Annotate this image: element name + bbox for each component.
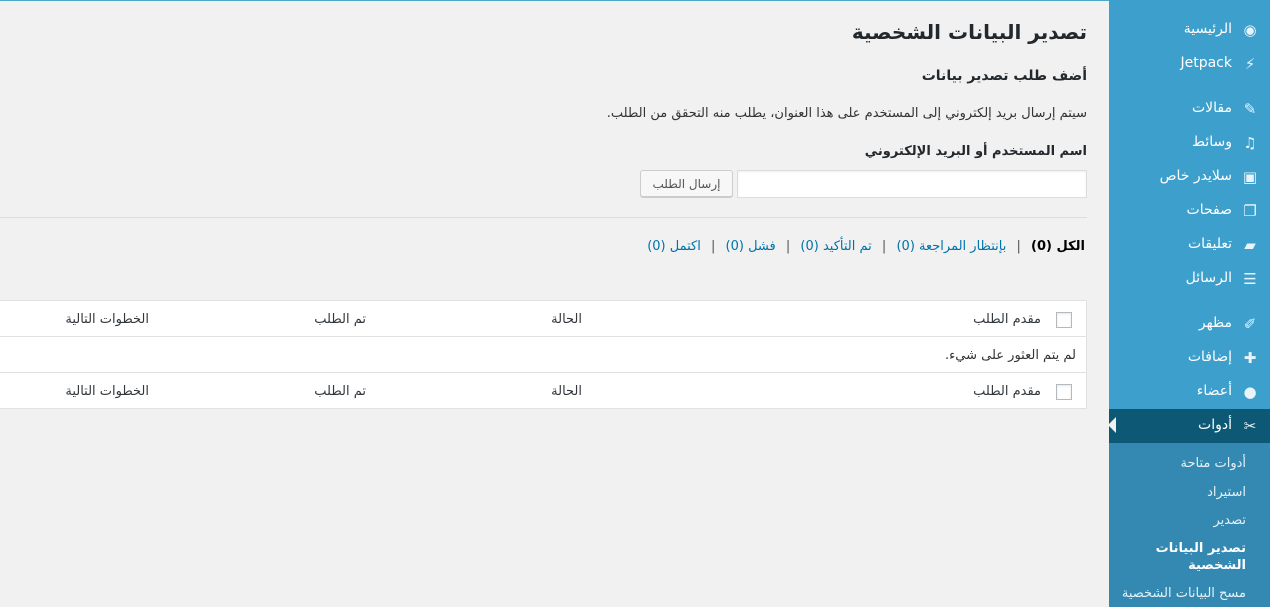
column-status-footer: الحالة bbox=[551, 384, 582, 399]
tools-icon: ✂ bbox=[1243, 417, 1257, 435]
filter-completed[interactable]: اكتمل (0) bbox=[647, 239, 701, 254]
sidebar-item-label: مقالات bbox=[1191, 100, 1232, 116]
sidebar-item-jetpack[interactable]: ⚡ Jetpack bbox=[1109, 47, 1270, 81]
sidebar-item-label: أعضاء bbox=[1196, 383, 1232, 399]
column-requested[interactable]: تم الطلب bbox=[314, 312, 366, 327]
sidebar-item-plugins[interactable]: ✚ إضافات bbox=[1109, 341, 1270, 375]
select-all-checkbox-footer[interactable] bbox=[1056, 384, 1072, 400]
filter-failed[interactable]: فشل (0) bbox=[726, 239, 776, 254]
pin-icon: ✎ bbox=[1243, 100, 1257, 118]
filter-pending[interactable]: بإنتظار المراجعة (0) bbox=[896, 239, 1006, 254]
users-icon: ● bbox=[1243, 383, 1257, 401]
column-next-steps: الخطوات التالية bbox=[65, 312, 149, 327]
submenu-import[interactable]: استيراد bbox=[1207, 485, 1246, 500]
sidebar-item-label: الرسائل bbox=[1185, 270, 1232, 286]
media-icon: ♫ bbox=[1243, 134, 1257, 152]
send-request-button[interactable]: إرسال الطلب bbox=[640, 170, 733, 197]
sidebar-item-dashboard[interactable]: ◉ الرئيسية bbox=[1109, 13, 1270, 47]
form-description: سيتم إرسال بريد إلكتروني إلى المستخدم عل… bbox=[606, 106, 1087, 121]
tools-submenu: أدوات متاحة استيراد تصدير تصدير البيانات… bbox=[1109, 443, 1270, 607]
slider-icon: ▣ bbox=[1242, 168, 1258, 186]
divider bbox=[0, 217, 1087, 218]
sidebar-item-comments[interactable]: ▰ تعليقات bbox=[1109, 228, 1270, 262]
main-content: تصدير البيانات الشخصية أضف طلب تصدير بيا… bbox=[0, 0, 1109, 607]
status-filters: الكل (0) | بإنتظار المراجعة (0) | تم الت… bbox=[647, 239, 1085, 254]
table-row: لم يتم العثور على شيء. bbox=[0, 337, 1086, 373]
pages-icon: ❐ bbox=[1243, 202, 1257, 220]
sidebar-item-label: Jetpack bbox=[1180, 55, 1232, 71]
submenu-available-tools[interactable]: أدوات متاحة bbox=[1180, 456, 1246, 471]
table-header-row: مقدم الطلب الحالة تم الطلب الخطوات التال… bbox=[0, 301, 1086, 337]
messages-icon: ☰ bbox=[1243, 270, 1257, 288]
requests-table: مقدم الطلب الحالة تم الطلب الخطوات التال… bbox=[0, 300, 1087, 409]
column-status: الحالة bbox=[551, 312, 582, 327]
sidebar-item-label: تعليقات bbox=[1187, 236, 1232, 252]
table-footer-row: مقدم الطلب الحالة تم الطلب الخطوات التال… bbox=[0, 373, 1086, 409]
empty-message: لم يتم العثور على شيء. bbox=[945, 348, 1076, 363]
appearance-icon: ✐ bbox=[1243, 315, 1257, 333]
username-email-label: اسم المستخدم أو البريد الإلكتروني bbox=[864, 144, 1087, 159]
sidebar-item-media[interactable]: ♫ وسائط bbox=[1109, 126, 1270, 160]
submenu-erase-personal-data[interactable]: مسح البيانات الشخصية bbox=[1122, 586, 1246, 601]
section-title: أضف طلب تصدير بيانات bbox=[921, 68, 1087, 84]
submenu-export-personal-data[interactable]: تصدير البيانات الشخصية bbox=[1126, 540, 1246, 574]
sidebar-item-label: أدوات bbox=[1198, 417, 1232, 433]
filter-confirmed[interactable]: تم التأكيد (0) bbox=[800, 239, 871, 254]
column-requested-footer[interactable]: تم الطلب bbox=[314, 384, 366, 399]
username-email-input[interactable] bbox=[737, 170, 1087, 198]
sidebar-item-label: وسائط bbox=[1192, 134, 1232, 150]
sidebar-item-label: سلايدر خاص bbox=[1159, 168, 1232, 184]
plugins-icon: ✚ bbox=[1243, 349, 1257, 367]
sidebar-item-appearance[interactable]: ✐ مظهر bbox=[1109, 307, 1270, 341]
column-requester[interactable]: مقدم الطلب bbox=[973, 312, 1041, 327]
sidebar-item-label: صفحات bbox=[1186, 202, 1232, 218]
sidebar-item-pages[interactable]: ❐ صفحات bbox=[1109, 194, 1270, 228]
column-requester-footer[interactable]: مقدم الطلب bbox=[973, 384, 1041, 399]
jetpack-icon: ⚡ bbox=[1244, 55, 1256, 73]
comments-icon: ▰ bbox=[1244, 236, 1256, 254]
sidebar-item-label: مظهر bbox=[1198, 315, 1232, 331]
sidebar-item-label: الرئيسية bbox=[1183, 21, 1232, 37]
filter-all[interactable]: الكل (0) bbox=[1031, 239, 1085, 254]
column-next-steps-footer: الخطوات التالية bbox=[65, 384, 149, 399]
sidebar-item-label: إضافات bbox=[1187, 349, 1232, 365]
sidebar-item-slider[interactable]: ▣ سلايدر خاص bbox=[1109, 160, 1270, 194]
sidebar-item-messages[interactable]: ☰ الرسائل bbox=[1109, 262, 1270, 296]
select-all-checkbox[interactable] bbox=[1056, 312, 1072, 328]
sidebar-item-tools[interactable]: ✂ أدوات bbox=[1108, 409, 1270, 443]
dashboard-icon: ◉ bbox=[1243, 21, 1257, 39]
page-title: تصدير البيانات الشخصية bbox=[851, 20, 1087, 44]
admin-sidebar: ◉ الرئيسية ⚡ Jetpack ✎ مقالات ♫ وسائط ▣ … bbox=[1108, 0, 1270, 607]
sidebar-item-users[interactable]: ● أعضاء bbox=[1109, 375, 1270, 409]
sidebar-item-posts[interactable]: ✎ مقالات bbox=[1109, 92, 1270, 126]
submenu-export[interactable]: تصدير bbox=[1213, 513, 1246, 528]
